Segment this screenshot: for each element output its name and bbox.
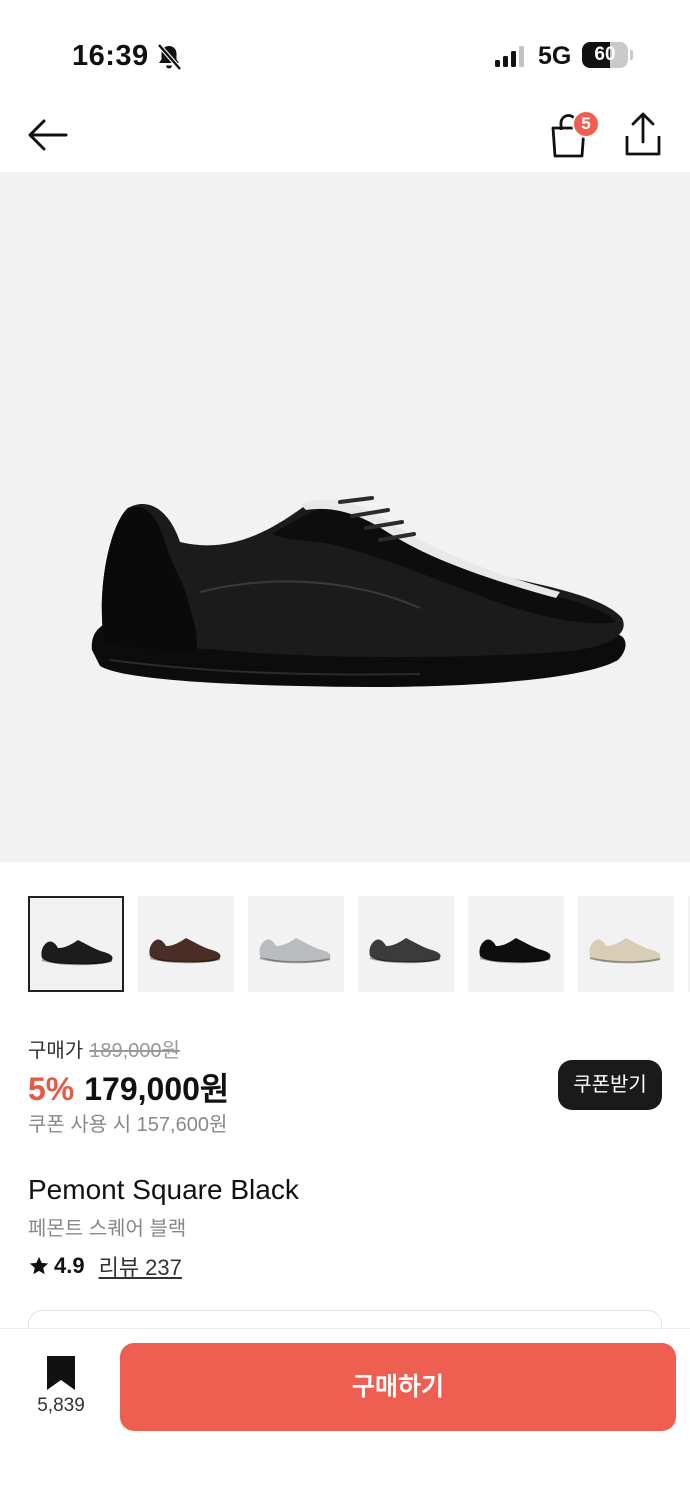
share-button[interactable]: [616, 108, 670, 162]
sneaker-illustration: [91, 496, 626, 687]
battery-cap: [630, 50, 633, 60]
price-label: 구매가: [28, 1040, 84, 1062]
back-button[interactable]: [22, 112, 72, 158]
bookmark-count: 5,839: [37, 1395, 85, 1416]
thumbnail-black-suede[interactable]: [468, 896, 564, 992]
bookmark-button[interactable]: 5,839: [28, 1353, 98, 1425]
price-row: 5% 179,000원: [28, 1064, 229, 1110]
thumbnail-black[interactable]: [28, 896, 124, 992]
network-label: 5G: [538, 42, 572, 70]
thumbnail-strip: [28, 896, 690, 992]
thumbnail-shoe-icon: [149, 938, 221, 964]
thumbnail-shoe-icon: [369, 938, 441, 964]
original-price: 189,000원: [89, 1040, 180, 1062]
thumbnail-shoe-icon: [589, 938, 661, 964]
product-name: Pemont Square Black: [28, 1174, 299, 1205]
nav-bar: 5: [0, 100, 690, 172]
arrow-left-icon: [28, 119, 68, 151]
price-label-row: 구매가 189,000원: [28, 1034, 180, 1063]
thumbnail-silver[interactable]: [248, 896, 344, 992]
cart-badge: 5: [572, 110, 600, 138]
bookmark-icon: [47, 1356, 75, 1390]
rating-row: 4.9 리뷰 237: [28, 1250, 182, 1282]
product-name-korean: 페몬트 스퀘어 블랙: [28, 1218, 187, 1240]
cart-button[interactable]: 5: [542, 108, 600, 162]
current-price: 179,000원: [84, 1071, 230, 1107]
product-image[interactable]: [0, 172, 690, 862]
get-coupon-button[interactable]: 쿠폰받기: [558, 1060, 662, 1110]
star-icon: [29, 1256, 49, 1275]
thumbnail-shoe-icon: [479, 938, 551, 964]
rating-value: 4.9: [54, 1253, 85, 1278]
thumbnail-beige[interactable]: [578, 896, 674, 992]
thumbnail-shoe-icon: [259, 938, 331, 964]
battery-icon: 60: [582, 42, 628, 68]
review-link[interactable]: 리뷰 237: [99, 1250, 182, 1282]
share-upload-icon: [625, 112, 661, 156]
bell-muted-icon: [157, 43, 182, 71]
coupon-price-note: 쿠폰 사용 시 157,600원: [28, 1114, 228, 1136]
status-bar: 16:39 5G 60: [0, 0, 690, 100]
bottom-action-bar: 5,839 구매하기: [0, 1328, 690, 1500]
signal-icon: [495, 46, 524, 67]
thumbnail-shoe-icon: [41, 940, 113, 966]
thumbnail-brown[interactable]: [138, 896, 234, 992]
battery-level: 60: [594, 44, 616, 65]
thumbnail-dark-grey[interactable]: [358, 896, 454, 992]
discount-rate: 5%: [28, 1071, 75, 1107]
buy-button[interactable]: 구매하기: [120, 1343, 676, 1431]
status-time: 16:39: [72, 40, 149, 72]
